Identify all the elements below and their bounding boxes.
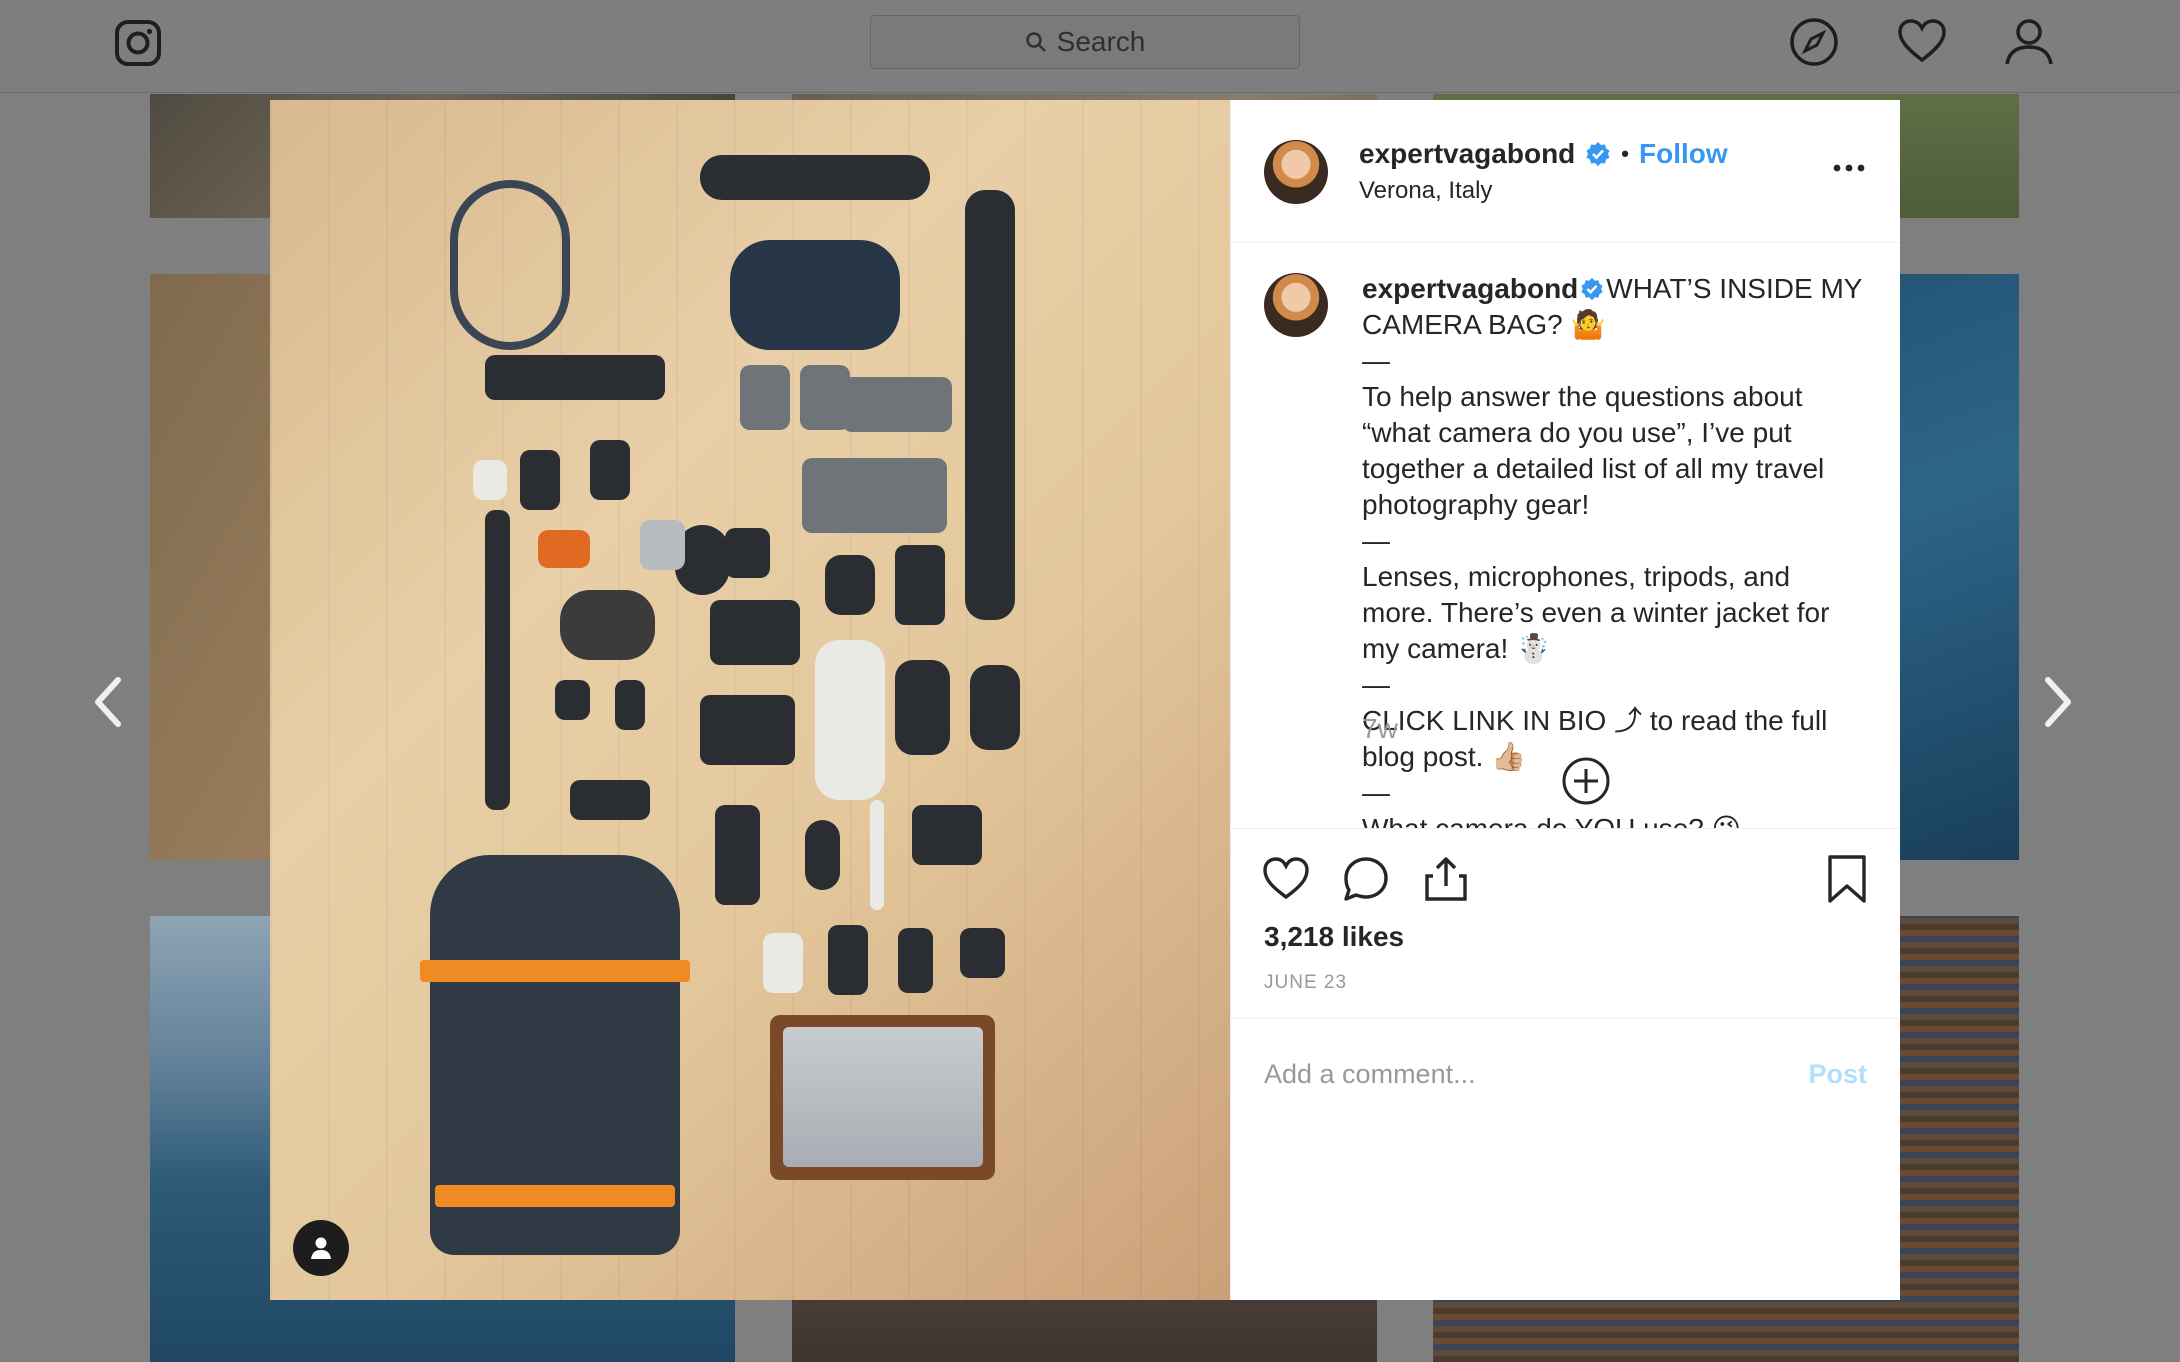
action-camera-case xyxy=(640,520,685,570)
comment-icon[interactable] xyxy=(1341,854,1391,904)
caption-line: — xyxy=(1362,777,1390,808)
separator-dot: • xyxy=(1621,141,1629,166)
caption-time-ago[interactable]: 7w xyxy=(1362,713,1398,745)
avatar[interactable] xyxy=(1264,140,1328,204)
search-bar[interactable]: Search xyxy=(870,15,1300,69)
charger xyxy=(555,680,590,720)
lens-pen xyxy=(870,800,884,910)
caption-line: Lenses, microphones, tripods, and more. … xyxy=(1362,561,1830,664)
batteries xyxy=(965,560,1015,600)
plus-circle-icon[interactable] xyxy=(1561,756,1611,806)
lens xyxy=(970,665,1020,750)
like-count[interactable]: 3,218 likes xyxy=(1264,921,1404,953)
backpack-strap xyxy=(420,960,690,982)
caption-line: What camera do YOU use? 😜 xyxy=(1362,811,1862,828)
more-options-icon[interactable] xyxy=(1831,162,1867,174)
camera-strap xyxy=(450,180,570,350)
search-icon xyxy=(1025,32,1046,52)
ssd xyxy=(898,928,933,993)
caption-line: To help answer the questions about “what… xyxy=(1362,381,1825,520)
camera-pouch xyxy=(730,240,900,350)
comments-section: expertvagabond WHAT’S INSIDE MY CAMERA BA… xyxy=(1231,243,1900,828)
caption-line: — xyxy=(1362,345,1390,376)
follow-button[interactable]: Follow xyxy=(1639,138,1728,170)
instagram-logo-icon[interactable] xyxy=(114,19,162,67)
comment-form: Post xyxy=(1231,1018,1900,1130)
heart-icon[interactable] xyxy=(1896,16,1948,68)
lens xyxy=(825,555,875,615)
gorillapod xyxy=(700,155,930,200)
adapter xyxy=(960,928,1005,978)
laptop xyxy=(783,1027,983,1167)
camera-body xyxy=(700,695,795,765)
post-comment-button[interactable]: Post xyxy=(1808,1059,1867,1090)
share-icon[interactable] xyxy=(1421,854,1471,904)
profile-icon[interactable] xyxy=(2003,16,2055,68)
mount xyxy=(473,460,507,500)
post-actions: 3,218 likes JUNE 23 xyxy=(1231,828,1900,1018)
caption-line: CLICK LINK IN BIO ⤴ to read the full blo… xyxy=(1362,705,1828,772)
microphone xyxy=(560,590,655,660)
hard-drive xyxy=(763,933,803,993)
drone xyxy=(802,458,947,533)
remote xyxy=(570,780,650,820)
post-photo[interactable] xyxy=(270,100,1230,1300)
head-strap xyxy=(485,355,665,400)
comment-input[interactable] xyxy=(1264,1049,1784,1099)
backpack-strap xyxy=(435,1185,675,1207)
post-caption: expertvagabond WHAT’S INSIDE MY CAMERA BA… xyxy=(1362,271,1862,828)
monopod xyxy=(485,510,510,810)
caption-line: — xyxy=(1362,525,1390,556)
light xyxy=(538,530,590,568)
drone-battery xyxy=(740,365,790,430)
search-placeholder: Search xyxy=(1056,26,1146,57)
bookmark-icon[interactable] xyxy=(1822,854,1872,904)
post-sidebar: expertvagabond • Follow Verona, Italy ex… xyxy=(1230,100,1900,1300)
post-header: expertvagabond • Follow Verona, Italy xyxy=(1231,100,1900,243)
gimbal xyxy=(895,545,945,625)
drone-controller xyxy=(842,377,952,432)
avatar[interactable] xyxy=(1264,273,1328,337)
verified-badge-icon xyxy=(1586,142,1610,166)
tripod xyxy=(965,190,1015,620)
action-camera xyxy=(725,528,770,578)
caption-username[interactable]: expertvagabond xyxy=(1362,273,1578,304)
top-navigation-bar: Search xyxy=(0,0,2180,93)
heart-icon[interactable] xyxy=(1261,854,1311,904)
chevron-right-icon[interactable] xyxy=(2038,672,2078,732)
post-modal: expertvagabond • Follow Verona, Italy ex… xyxy=(270,100,1900,1300)
lens xyxy=(895,660,950,755)
chevron-left-icon[interactable] xyxy=(88,672,128,732)
charger xyxy=(715,805,760,905)
memory-cards xyxy=(828,925,868,995)
location-link[interactable]: Verona, Italy xyxy=(1359,177,1492,205)
clamp xyxy=(520,450,560,510)
compass-icon[interactable] xyxy=(1788,16,1840,68)
cloth xyxy=(912,805,982,865)
caption-line: — xyxy=(1362,669,1390,700)
cable xyxy=(615,680,645,730)
verified-badge-icon xyxy=(1581,277,1603,301)
telephoto-lens xyxy=(815,640,885,800)
header-user-line: expertvagabond • Follow xyxy=(1359,138,1728,170)
username-link[interactable]: expertvagabond xyxy=(1359,138,1575,170)
user-tag-icon xyxy=(311,1237,331,1259)
clamp xyxy=(590,440,630,500)
user-tag-button[interactable] xyxy=(293,1220,349,1276)
post-date: JUNE 23 xyxy=(1264,972,1348,993)
blower xyxy=(805,820,840,890)
camera-body xyxy=(710,600,800,665)
